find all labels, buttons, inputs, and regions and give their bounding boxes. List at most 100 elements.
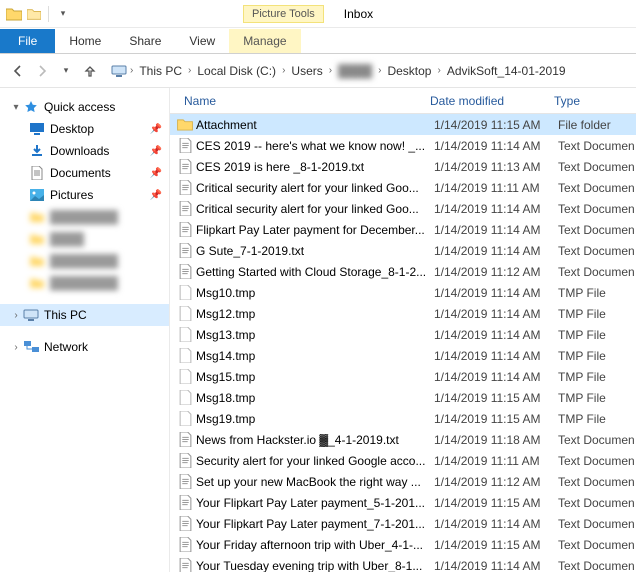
tree-pictures[interactable]: Pictures 📌 [0, 184, 169, 206]
file-type: Text Documen [558, 139, 636, 153]
file-name: Msg14.tmp [196, 349, 434, 363]
tree-blurred-item[interactable]: ████████ [0, 272, 169, 294]
nav-forward-icon[interactable] [30, 59, 54, 83]
tree-documents[interactable]: Documents 📌 [0, 162, 169, 184]
file-name: Msg18.tmp [196, 391, 434, 405]
file-name: Your Tuesday evening trip with Uber_8-1.… [196, 559, 434, 572]
file-row[interactable]: Your Friday afternoon trip with Uber_4-1… [170, 534, 636, 555]
crumb-local-disk[interactable]: Local Disk (C:) [193, 64, 280, 78]
file-row[interactable]: News from Hackster.io ▓_4-1-2019.txt1/14… [170, 429, 636, 450]
chevron-right-icon[interactable]: › [327, 65, 334, 76]
file-name: Critical security alert for your linked … [196, 181, 434, 195]
file-name: Your Flipkart Pay Later payment_5-1-201.… [196, 496, 434, 510]
pin-icon: 📌 [149, 168, 163, 179]
nav-back-icon[interactable] [6, 59, 30, 83]
file-type: Text Documen [558, 496, 636, 510]
folder-icon [6, 6, 22, 22]
chevron-right-icon[interactable]: › [10, 342, 22, 353]
column-header-date[interactable]: Date modified [430, 94, 554, 108]
file-date: 1/14/2019 11:15 AM [434, 118, 558, 132]
file-type: Text Documen [558, 223, 636, 237]
crumb-current-folder[interactable]: AdvikSoft_14-01-2019 [443, 64, 570, 78]
breadcrumb[interactable]: › This PC › Local Disk (C:) › Users › ██… [110, 58, 630, 84]
file-row[interactable]: Msg12.tmp1/14/2019 11:14 AMTMP File [170, 303, 636, 324]
chevron-right-icon[interactable]: › [128, 65, 135, 76]
file-row[interactable]: Msg13.tmp1/14/2019 11:14 AMTMP File [170, 324, 636, 345]
column-header-type[interactable]: Type [554, 94, 636, 108]
tree-blurred-item[interactable]: ████████ [0, 206, 169, 228]
file-type: Text Documen [558, 475, 636, 489]
file-row[interactable]: CES 2019 -- here's what we know now! _..… [170, 135, 636, 156]
nav-up-icon[interactable] [78, 59, 102, 83]
file-row[interactable]: G Sute_7-1-2019.txt1/14/2019 11:14 AMTex… [170, 240, 636, 261]
chevron-right-icon[interactable]: › [376, 65, 383, 76]
file-row[interactable]: Msg14.tmp1/14/2019 11:14 AMTMP File [170, 345, 636, 366]
folder-icon [28, 253, 46, 269]
file-row[interactable]: Flipkart Pay Later payment for December.… [170, 219, 636, 240]
file-row[interactable]: Your Flipkart Pay Later payment_7-1-201.… [170, 513, 636, 534]
crumb-user-blurred[interactable]: ████ [334, 64, 376, 78]
folder-icon [28, 209, 46, 225]
qat-open-icon[interactable] [26, 6, 42, 22]
file-date: 1/14/2019 11:14 AM [434, 349, 558, 363]
file-row[interactable]: Critical security alert for your linked … [170, 198, 636, 219]
tree-network[interactable]: › Network [0, 336, 169, 358]
tab-home[interactable]: Home [55, 29, 115, 53]
file-name: Your Flipkart Pay Later payment_7-1-201.… [196, 517, 434, 531]
crumb-users[interactable]: Users [287, 64, 326, 78]
qat-separator [48, 6, 49, 22]
qat-dropdown-icon[interactable]: ▾ [55, 6, 71, 22]
tree-desktop[interactable]: Desktop 📌 [0, 118, 169, 140]
tab-share[interactable]: Share [115, 29, 175, 53]
file-row[interactable]: Set up your new MacBook the right way ..… [170, 471, 636, 492]
text-file-icon [176, 474, 194, 490]
file-row[interactable]: Attachment1/14/2019 11:15 AMFile folder [170, 114, 636, 135]
tree-blurred-item[interactable]: ████████ [0, 250, 169, 272]
crumb-this-pc[interactable]: This PC [135, 64, 186, 78]
file-name: Getting Started with Cloud Storage_8-1-2… [196, 265, 434, 279]
chevron-right-icon[interactable]: › [435, 65, 442, 76]
text-file-icon [176, 180, 194, 196]
file-row[interactable]: Msg19.tmp1/14/2019 11:15 AMTMP File [170, 408, 636, 429]
file-row[interactable]: Critical security alert for your linked … [170, 177, 636, 198]
file-row[interactable]: Msg10.tmp1/14/2019 11:14 AMTMP File [170, 282, 636, 303]
file-date: 1/14/2019 11:11 AM [434, 181, 558, 195]
chevron-down-icon[interactable]: ▾ [10, 102, 22, 113]
documents-icon [28, 165, 46, 181]
file-row[interactable]: Security alert for your linked Google ac… [170, 450, 636, 471]
text-file-icon [176, 558, 194, 572]
file-date: 1/14/2019 11:11 AM [434, 454, 558, 468]
nav-recent-dropdown-icon[interactable]: ▾ [54, 59, 78, 83]
file-type: Text Documen [558, 202, 636, 216]
file-date: 1/14/2019 11:14 AM [434, 517, 558, 531]
star-icon [22, 99, 40, 115]
tab-file[interactable]: File [0, 29, 55, 53]
tab-manage[interactable]: Manage [229, 29, 300, 53]
file-type: TMP File [558, 349, 636, 363]
chevron-right-icon[interactable]: › [280, 65, 287, 76]
file-row[interactable]: Getting Started with Cloud Storage_8-1-2… [170, 261, 636, 282]
file-date: 1/14/2019 11:15 AM [434, 412, 558, 426]
tree-downloads[interactable]: Downloads 📌 [0, 140, 169, 162]
file-date: 1/14/2019 11:14 AM [434, 370, 558, 384]
chevron-right-icon[interactable]: › [10, 310, 22, 321]
file-type: Text Documen [558, 160, 636, 174]
tree-blurred-item[interactable]: ████ [0, 228, 169, 250]
tree-quick-access[interactable]: ▾ Quick access [0, 96, 169, 118]
file-row[interactable]: Msg18.tmp1/14/2019 11:15 AMTMP File [170, 387, 636, 408]
chevron-right-icon[interactable]: › [186, 65, 193, 76]
file-row[interactable]: Your Flipkart Pay Later payment_5-1-201.… [170, 492, 636, 513]
tab-view[interactable]: View [175, 29, 229, 53]
tree-label: Downloads [50, 144, 109, 158]
file-type: TMP File [558, 412, 636, 426]
file-row[interactable]: Your Tuesday evening trip with Uber_8-1.… [170, 555, 636, 572]
column-header-name[interactable]: Name [170, 94, 430, 108]
crumb-desktop[interactable]: Desktop [383, 64, 435, 78]
text-file-icon [176, 264, 194, 280]
file-date: 1/14/2019 11:14 AM [434, 244, 558, 258]
file-row[interactable]: CES 2019 is here _8-1-2019.txt1/14/2019 … [170, 156, 636, 177]
nav-bar: ▾ › This PC › Local Disk (C:) › Users › … [0, 54, 636, 88]
tree-this-pc[interactable]: › This PC [0, 304, 169, 326]
file-row[interactable]: Msg15.tmp1/14/2019 11:14 AMTMP File [170, 366, 636, 387]
file-name: Msg12.tmp [196, 307, 434, 321]
